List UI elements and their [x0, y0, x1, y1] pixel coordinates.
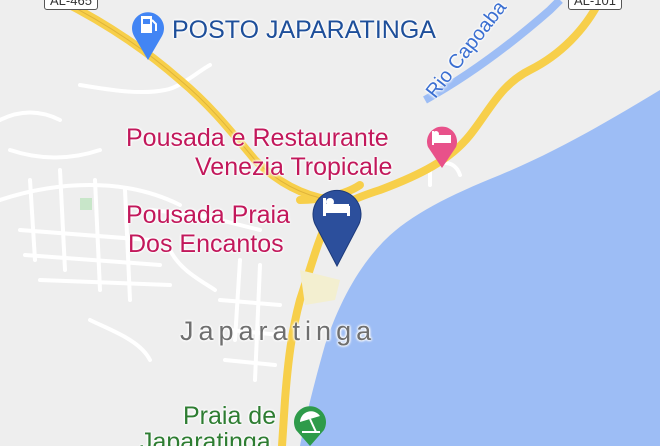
beach-sand [300, 270, 340, 305]
hotel-restaurant-label-line2[interactable]: Venezia Tropicale [195, 153, 392, 182]
beach-poi[interactable] [290, 402, 330, 446]
beach-label-line1[interactable]: Praia de [183, 402, 276, 431]
beach-umbrella-icon [294, 406, 326, 446]
selected-hotel-label-line1[interactable]: Pousada Praia [126, 201, 290, 230]
gas-station-poi[interactable] [128, 6, 168, 62]
beach-label-line2[interactable]: Japaratinga [140, 428, 271, 446]
park [80, 198, 92, 210]
map-canvas[interactable]: AL-465 AL-101 POSTO JAPARATINGA Rio Capo… [0, 0, 660, 446]
map-pin-bed-icon [312, 189, 362, 268]
selected-hotel-label-line2[interactable]: Dos Encantos [128, 230, 284, 259]
bed-icon [427, 126, 457, 168]
fuel-pump-icon [132, 12, 164, 60]
road-shield-al465: AL-465 [44, 0, 98, 10]
hotel-restaurant-label-line1[interactable]: Pousada e Restaurante [126, 124, 389, 153]
road-shield-al101: AL-101 [568, 0, 622, 10]
hotel-restaurant-poi[interactable] [423, 120, 461, 170]
selected-hotel-marker[interactable] [310, 186, 364, 268]
town-label[interactable]: Japaratinga [180, 316, 376, 347]
gas-station-label[interactable]: POSTO JAPARATINGA [172, 16, 436, 45]
